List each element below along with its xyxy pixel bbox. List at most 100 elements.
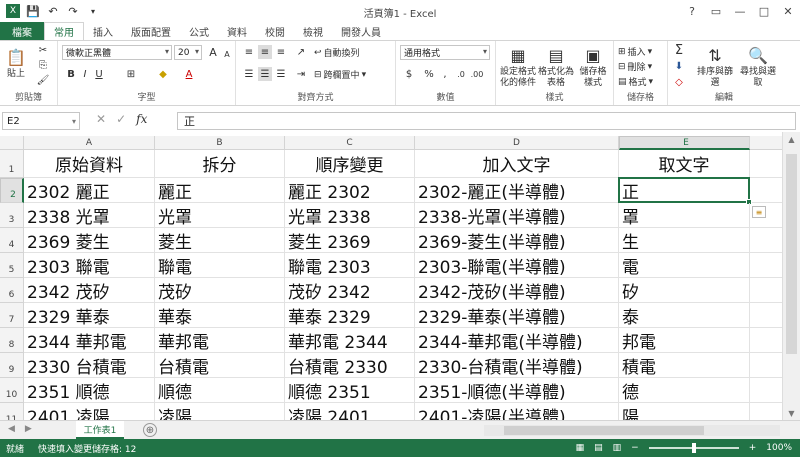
table-cell[interactable]: 2342 茂矽 xyxy=(24,278,155,303)
next-sheet-icon[interactable]: ▶ xyxy=(25,424,32,434)
zoom-slider[interactable] xyxy=(648,443,739,453)
table-cell[interactable]: 德 xyxy=(619,378,750,403)
table-cell[interactable]: 罩 xyxy=(619,203,750,228)
copy-icon[interactable]: ⎘ xyxy=(36,58,50,72)
select-all-corner[interactable] xyxy=(0,136,24,150)
tab-home[interactable]: 常用 xyxy=(44,22,84,40)
ribbon-display-button[interactable]: ▭ xyxy=(704,0,728,22)
table-cell[interactable]: 2329-華泰(半導體) xyxy=(415,303,619,328)
cancel-icon[interactable]: ✕ xyxy=(96,112,106,126)
page-layout-view-icon[interactable]: ▤ xyxy=(594,443,603,453)
tab-review[interactable]: 校閱 xyxy=(256,22,294,40)
table-cell[interactable]: 2330-台積電(半導體) xyxy=(415,353,619,378)
table-cell[interactable]: 光罩 2338 xyxy=(285,203,415,228)
header-cell[interactable]: 拆分 xyxy=(155,150,285,178)
number-format-select[interactable]: 通用格式 ▾ xyxy=(400,45,490,60)
row-header[interactable]: 6 xyxy=(0,278,24,303)
cut-icon[interactable]: ✂ xyxy=(36,43,50,57)
minimize-button[interactable]: — xyxy=(728,0,752,22)
row-header[interactable]: 4 xyxy=(0,228,24,253)
comma-button[interactable]: , xyxy=(438,67,452,81)
table-cell[interactable]: 菱生 xyxy=(155,228,285,253)
paste-button[interactable]: 📋 貼上 xyxy=(4,45,28,80)
table-cell[interactable]: 2344 華邦電 xyxy=(24,328,155,353)
table-cell[interactable]: 積電 xyxy=(619,353,750,378)
insert-function-button[interactable]: fx xyxy=(136,112,147,126)
zoom-in-button[interactable]: + xyxy=(749,443,757,453)
table-cell[interactable]: 麗正 2302 xyxy=(285,178,415,203)
table-cell[interactable]: 2401-凌陽(半導體) xyxy=(415,403,619,420)
empty-cell[interactable] xyxy=(750,328,782,353)
vertical-scrollbar[interactable]: ▲ ▼ xyxy=(782,132,800,420)
format-cells-button[interactable]: ▤ 格式 ▾ xyxy=(618,75,653,89)
scroll-down-icon[interactable]: ▼ xyxy=(783,406,800,420)
tab-data[interactable]: 資料 xyxy=(218,22,256,40)
sheet-tab[interactable]: 工作表1 xyxy=(76,421,124,439)
table-cell[interactable]: 2338 光罩 xyxy=(24,203,155,228)
grow-font-button[interactable]: A xyxy=(206,45,220,59)
conditional-format-button[interactable]: ▦ 設定格式化的條件 xyxy=(498,43,538,89)
table-cell[interactable]: 聯電 2303 xyxy=(285,253,415,278)
header-cell[interactable]: 加入文字 xyxy=(415,150,619,178)
autosum-button[interactable]: Σ xyxy=(672,43,686,58)
close-button[interactable]: ✕ xyxy=(776,0,800,22)
save-icon[interactable]: 💾 xyxy=(26,4,40,18)
font-color-icon[interactable]: A xyxy=(182,67,196,81)
align-center-icon[interactable]: ☰ xyxy=(258,67,272,81)
horizontal-scrollbar[interactable] xyxy=(484,425,780,436)
row-header[interactable]: 8 xyxy=(0,328,24,353)
name-box[interactable]: E2 ▾ xyxy=(2,112,80,130)
insert-cells-button[interactable]: ⊞ 插入 ▾ xyxy=(618,45,652,59)
align-bottom-icon[interactable]: ≡ xyxy=(274,45,288,59)
find-select-button[interactable]: 🔍 尋找與選取 xyxy=(740,43,776,89)
table-cell[interactable]: 華泰 xyxy=(155,303,285,328)
table-cell[interactable]: 麗正 xyxy=(155,178,285,203)
format-as-table-button[interactable]: ▤ 格式化為表格 xyxy=(538,43,574,89)
table-cell[interactable]: 台積電 2330 xyxy=(285,353,415,378)
empty-cell[interactable] xyxy=(750,203,782,228)
clear-icon[interactable]: ◇ xyxy=(672,75,686,89)
scroll-up-icon[interactable]: ▲ xyxy=(783,132,800,146)
header-cell[interactable]: 原始資料 xyxy=(24,150,155,178)
indent-icon[interactable]: ⇥ xyxy=(294,67,308,81)
row-header[interactable]: 9 xyxy=(0,353,24,378)
shrink-font-button[interactable]: A xyxy=(220,47,234,61)
empty-cell[interactable] xyxy=(750,228,782,253)
font-name-select[interactable]: 微軟正黑體 ▾ xyxy=(62,45,172,60)
row-header[interactable]: 1 xyxy=(0,150,24,178)
table-cell[interactable]: 順德 2351 xyxy=(285,378,415,403)
wrap-text-button[interactable]: ↩ 自動換列 xyxy=(314,46,360,60)
row-header[interactable]: 3 xyxy=(0,203,24,228)
table-cell[interactable]: 茂矽 2342 xyxy=(285,278,415,303)
vertical-scroll-thumb[interactable] xyxy=(786,154,797,354)
empty-cell[interactable] xyxy=(750,253,782,278)
underline-button[interactable]: U xyxy=(92,67,106,81)
italic-button[interactable]: I xyxy=(78,67,92,81)
currency-button[interactable]: $ xyxy=(402,67,416,81)
align-left-icon[interactable]: ☰ xyxy=(242,67,256,81)
empty-cell[interactable] xyxy=(750,353,782,378)
sort-filter-button[interactable]: ⇅ 排序與篩選 xyxy=(694,43,736,89)
table-cell[interactable]: 正 xyxy=(619,178,750,203)
row-header[interactable]: 2 xyxy=(0,178,24,203)
merge-center-button[interactable]: ⊟ 跨欄置中 ▾ xyxy=(314,68,366,82)
table-cell[interactable]: 2344-華邦電(半導體) xyxy=(415,328,619,353)
tab-developer[interactable]: 開發人員 xyxy=(332,22,390,40)
bold-button[interactable]: B xyxy=(64,67,78,81)
empty-cell[interactable] xyxy=(750,150,782,178)
table-cell[interactable]: 順德 xyxy=(155,378,285,403)
table-cell[interactable]: 華邦電 2344 xyxy=(285,328,415,353)
table-cell[interactable]: 2330 台積電 xyxy=(24,353,155,378)
cell-styles-button[interactable]: ▣ 儲存格樣式 xyxy=(576,43,610,89)
redo-icon[interactable]: ↷ xyxy=(66,4,80,18)
percent-button[interactable]: % xyxy=(422,67,436,81)
table-cell[interactable]: 2351-順德(半導體) xyxy=(415,378,619,403)
add-sheet-button[interactable]: ⊕ xyxy=(143,423,157,437)
undo-icon[interactable]: ↶ xyxy=(46,4,60,18)
table-cell[interactable]: 生 xyxy=(619,228,750,253)
customize-icon[interactable]: ▾ xyxy=(86,4,100,18)
column-header[interactable]: C xyxy=(285,136,415,150)
align-top-icon[interactable]: ≡ xyxy=(242,45,256,59)
tab-insert[interactable]: 插入 xyxy=(84,22,122,40)
table-cell[interactable]: 2369 菱生 xyxy=(24,228,155,253)
